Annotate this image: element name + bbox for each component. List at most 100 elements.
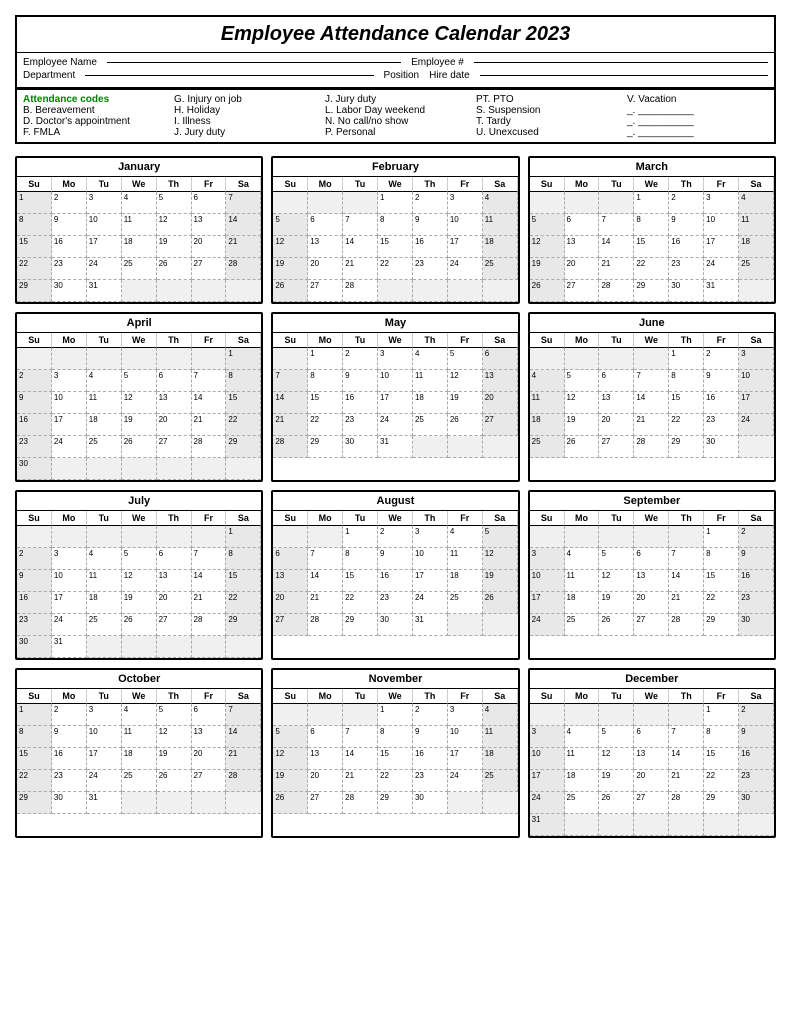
day-cell[interactable]: 29 xyxy=(343,614,378,636)
day-cell[interactable]: 19 xyxy=(599,592,634,614)
day-cell[interactable]: 18 xyxy=(87,592,122,614)
day-cell[interactable]: 14 xyxy=(343,748,378,770)
day-cell[interactable]: 7 xyxy=(226,704,261,726)
day-cell[interactable]: 12 xyxy=(599,570,634,592)
day-cell[interactable]: 23 xyxy=(378,592,413,614)
day-cell[interactable]: 5 xyxy=(122,548,157,570)
day-cell[interactable]: 1 xyxy=(308,348,343,370)
day-cell[interactable]: 8 xyxy=(226,548,261,570)
day-cell[interactable]: 17 xyxy=(87,236,122,258)
day-cell[interactable]: 9 xyxy=(378,548,413,570)
day-cell[interactable]: 25 xyxy=(87,614,122,636)
day-cell[interactable]: 4 xyxy=(413,348,448,370)
day-cell[interactable]: 23 xyxy=(413,258,448,280)
day-cell[interactable]: 17 xyxy=(704,236,739,258)
day-cell[interactable]: 30 xyxy=(378,614,413,636)
day-cell[interactable]: 8 xyxy=(17,214,52,236)
day-cell[interactable]: 26 xyxy=(122,614,157,636)
day-cell[interactable]: 17 xyxy=(530,770,565,792)
day-cell[interactable]: 31 xyxy=(413,614,448,636)
day-cell[interactable]: 6 xyxy=(308,214,343,236)
day-cell[interactable]: 27 xyxy=(483,414,518,436)
employee-num-line[interactable] xyxy=(474,62,768,63)
day-cell[interactable]: 22 xyxy=(704,592,739,614)
day-cell[interactable]: 20 xyxy=(192,236,227,258)
day-cell[interactable]: 4 xyxy=(122,704,157,726)
day-cell[interactable]: 11 xyxy=(565,748,600,770)
day-cell[interactable]: 23 xyxy=(52,258,87,280)
day-cell[interactable]: 5 xyxy=(122,370,157,392)
day-cell[interactable]: 12 xyxy=(599,748,634,770)
day-cell[interactable]: 7 xyxy=(273,370,308,392)
day-cell[interactable]: 29 xyxy=(704,792,739,814)
day-cell[interactable]: 15 xyxy=(308,392,343,414)
day-cell[interactable]: 15 xyxy=(17,236,52,258)
day-cell[interactable]: 3 xyxy=(52,548,87,570)
day-cell[interactable]: 27 xyxy=(192,258,227,280)
day-cell[interactable]: 23 xyxy=(343,414,378,436)
day-cell[interactable]: 8 xyxy=(704,548,739,570)
day-cell[interactable]: 7 xyxy=(599,214,634,236)
day-cell[interactable]: 17 xyxy=(448,236,483,258)
day-cell[interactable]: 4 xyxy=(565,726,600,748)
day-cell[interactable]: 6 xyxy=(273,548,308,570)
day-cell[interactable]: 2 xyxy=(17,548,52,570)
day-cell[interactable]: 30 xyxy=(17,458,52,480)
day-cell[interactable]: 22 xyxy=(704,770,739,792)
day-cell[interactable]: 19 xyxy=(565,414,600,436)
day-cell[interactable]: 18 xyxy=(565,592,600,614)
day-cell[interactable]: 10 xyxy=(378,370,413,392)
day-cell[interactable]: 12 xyxy=(157,214,192,236)
day-cell[interactable]: 13 xyxy=(157,570,192,592)
day-cell[interactable]: 27 xyxy=(273,614,308,636)
day-cell[interactable]: 22 xyxy=(226,592,261,614)
day-cell[interactable]: 27 xyxy=(192,770,227,792)
day-cell[interactable]: 30 xyxy=(52,792,87,814)
day-cell[interactable]: 17 xyxy=(378,392,413,414)
day-cell[interactable]: 21 xyxy=(669,592,704,614)
day-cell[interactable]: 24 xyxy=(448,770,483,792)
day-cell[interactable]: 2 xyxy=(343,348,378,370)
day-cell[interactable]: 11 xyxy=(483,726,518,748)
day-cell[interactable]: 26 xyxy=(157,770,192,792)
day-cell[interactable]: 9 xyxy=(52,726,87,748)
day-cell[interactable]: 9 xyxy=(739,726,774,748)
day-cell[interactable]: 28 xyxy=(226,770,261,792)
day-cell[interactable]: 26 xyxy=(565,436,600,458)
day-cell[interactable]: 19 xyxy=(157,748,192,770)
day-cell[interactable]: 9 xyxy=(17,392,52,414)
day-cell[interactable]: 18 xyxy=(448,570,483,592)
day-cell[interactable]: 13 xyxy=(192,214,227,236)
day-cell[interactable]: 28 xyxy=(192,614,227,636)
day-cell[interactable]: 7 xyxy=(669,726,704,748)
day-cell[interactable]: 2 xyxy=(52,704,87,726)
day-cell[interactable]: 18 xyxy=(122,748,157,770)
day-cell[interactable]: 27 xyxy=(634,792,669,814)
day-cell[interactable]: 28 xyxy=(343,280,378,302)
day-cell[interactable]: 22 xyxy=(308,414,343,436)
day-cell[interactable]: 3 xyxy=(413,526,448,548)
day-cell[interactable]: 7 xyxy=(669,548,704,570)
day-cell[interactable]: 16 xyxy=(704,392,739,414)
day-cell[interactable]: 30 xyxy=(739,614,774,636)
day-cell[interactable]: 6 xyxy=(483,348,518,370)
day-cell[interactable]: 26 xyxy=(273,280,308,302)
day-cell[interactable]: 5 xyxy=(273,726,308,748)
day-cell[interactable]: 12 xyxy=(122,570,157,592)
day-cell[interactable]: 13 xyxy=(565,236,600,258)
day-cell[interactable]: 8 xyxy=(704,726,739,748)
day-cell[interactable]: 9 xyxy=(52,214,87,236)
day-cell[interactable]: 5 xyxy=(483,526,518,548)
day-cell[interactable]: 15 xyxy=(704,748,739,770)
day-cell[interactable]: 14 xyxy=(192,392,227,414)
day-cell[interactable]: 20 xyxy=(483,392,518,414)
day-cell[interactable]: 15 xyxy=(378,236,413,258)
day-cell[interactable]: 23 xyxy=(17,614,52,636)
day-cell[interactable]: 8 xyxy=(378,214,413,236)
day-cell[interactable]: 18 xyxy=(122,236,157,258)
day-cell[interactable]: 27 xyxy=(565,280,600,302)
day-cell[interactable]: 16 xyxy=(17,592,52,614)
day-cell[interactable]: 26 xyxy=(599,792,634,814)
day-cell[interactable]: 2 xyxy=(413,192,448,214)
day-cell[interactable]: 20 xyxy=(157,414,192,436)
